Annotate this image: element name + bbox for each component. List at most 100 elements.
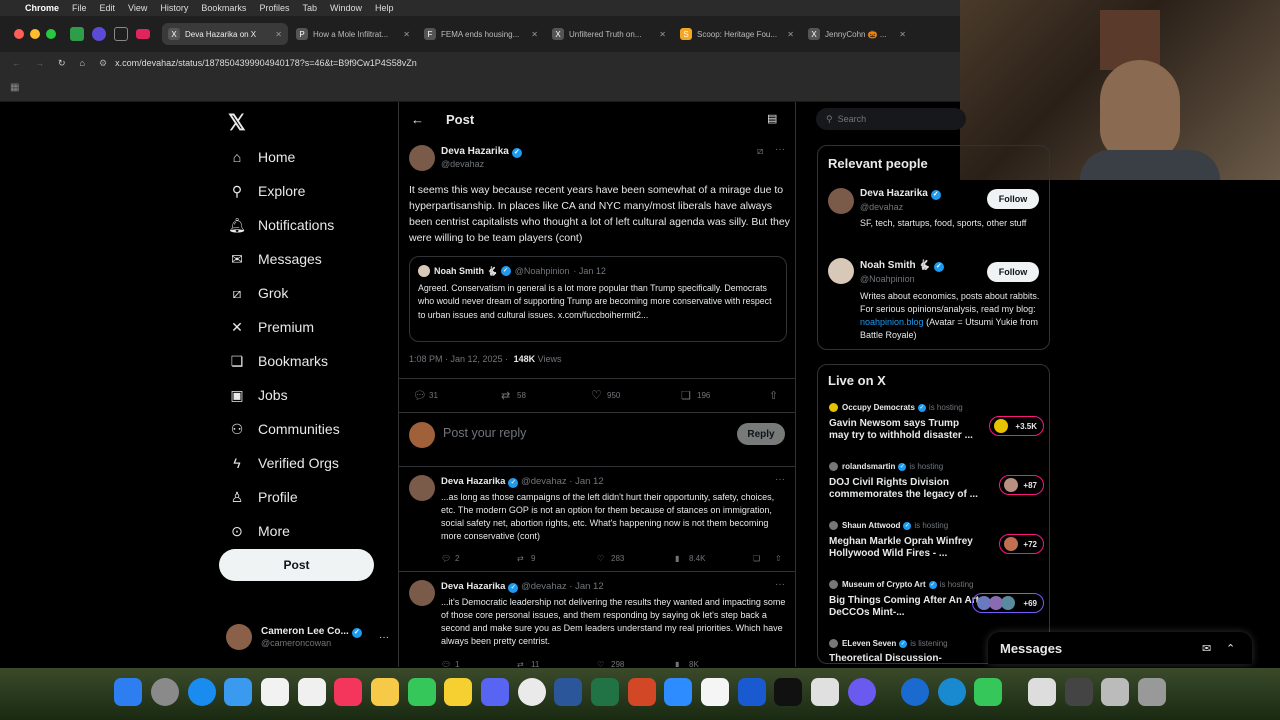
quote-tweet[interactable]: Noah Smith 🐇 ✓ @Noahpinion · Jan 12 Agre… (409, 256, 787, 342)
home-browser-icon[interactable]: ⌂ (80, 58, 85, 68)
follow-button[interactable]: Follow (987, 262, 1039, 282)
chrome-icon[interactable] (518, 678, 546, 706)
menu-item[interactable]: Tab (302, 3, 317, 13)
facetime-icon[interactable] (974, 678, 1002, 706)
more-options-icon[interactable]: ··· (775, 474, 785, 485)
live-space-item[interactable]: Occupy Democrats ✓ is hosting Gavin Newsom… (829, 403, 1044, 451)
url-field[interactable]: x.com/devahaz/status/1878504399904940178… (115, 58, 417, 68)
like-icon[interactable]: ♡ (597, 660, 604, 668)
nav-more[interactable]: ⊙ More (218, 514, 396, 548)
nav-communities[interactable]: ⚇ Communities (218, 412, 396, 446)
menu-item[interactable]: Help (375, 3, 394, 13)
preview-icon[interactable] (938, 678, 966, 706)
more-options-icon[interactable]: ··· (775, 579, 785, 590)
nav-profile[interactable]: ♙ Profile (218, 480, 396, 514)
live-space-item[interactable]: Museum of Crypto Art ✓ is hosting Big Thin… (829, 580, 1044, 628)
reply-icon[interactable]: 💬︎ (413, 389, 427, 402)
excel-icon[interactable] (591, 678, 619, 706)
close-tab-icon[interactable]: ✕ (531, 30, 538, 39)
nav-jobs[interactable]: ▣ Jobs (218, 378, 396, 412)
messages-icon[interactable] (408, 678, 436, 706)
site-info-icon[interactable]: ⚙ (99, 58, 107, 69)
close-tab-icon[interactable]: ✕ (659, 30, 666, 39)
music-icon[interactable] (334, 678, 362, 706)
pen-app-icon[interactable] (811, 678, 839, 706)
menu-item[interactable]: Bookmarks (201, 3, 246, 13)
more-options-icon[interactable]: ··· (775, 144, 785, 155)
menu-item[interactable]: Edit (100, 3, 116, 13)
reply-input[interactable]: Post your reply (443, 426, 526, 440)
tab-group-icon[interactable] (70, 27, 84, 41)
mail-icon[interactable] (224, 678, 252, 706)
live-app-icon[interactable] (738, 678, 766, 706)
menu-item[interactable]: File (72, 3, 87, 13)
nav-explore[interactable]: ⚲ Explore (218, 174, 396, 208)
news-icon[interactable] (298, 678, 326, 706)
avatar[interactable] (409, 145, 435, 171)
document-icon[interactable] (1028, 678, 1056, 706)
calendar-icon[interactable] (261, 678, 289, 706)
folder-stack-icon[interactable] (1065, 678, 1093, 706)
share-icon[interactable]: ⇧ (775, 554, 782, 563)
person-name[interactable]: Deva Hazarika (860, 188, 928, 199)
zoom-window-button[interactable] (46, 29, 56, 39)
nav-verified-orgs[interactable]: ϟ Verified Orgs (218, 446, 396, 480)
menu-app-name[interactable]: Chrome (25, 3, 59, 13)
reader-icon[interactable]: ▤ (767, 112, 777, 125)
browser-tab[interactable]: P How a Mole Infiltrat... ✕ (290, 23, 416, 45)
reply-tweet[interactable]: Deva Hazarika ✓ @devahaz · Jan 12 ··· ...… (399, 467, 795, 571)
discord-icon[interactable] (481, 678, 509, 706)
password-app-icon[interactable] (901, 678, 929, 706)
author-name[interactable]: Deva Hazarika (441, 146, 509, 157)
menu-item[interactable]: History (160, 3, 188, 13)
reply-icon[interactable]: 💬︎ (441, 554, 451, 563)
nav-bookmarks[interactable]: ❏ Bookmarks (218, 344, 396, 378)
browser-tab[interactable]: F FEMA ends housing... ✕ (418, 23, 544, 45)
tes-icon[interactable] (444, 678, 472, 706)
word-icon[interactable] (554, 678, 582, 706)
reload-icon[interactable]: ↻ (58, 58, 66, 69)
safari-icon[interactable] (188, 678, 216, 706)
repost-icon[interactable]: ⇄ (517, 554, 524, 563)
extension-icon[interactable] (92, 27, 106, 41)
latex-icon[interactable] (701, 678, 729, 706)
nav-notifications[interactable]: 🔔︎ Notifications (218, 208, 396, 242)
like-icon[interactable]: ♡ (591, 388, 602, 402)
forward-icon[interactable]: → (35, 58, 44, 68)
back-icon[interactable]: ← (12, 58, 21, 68)
browser-tab[interactable]: X Unfiltered Truth on... ✕ (546, 23, 672, 45)
account-switcher[interactable]: Cameron Lee Co... ✓ @cameroncowan ··· (226, 620, 396, 654)
share-icon[interactable]: ⇧ (769, 389, 778, 402)
menu-item[interactable]: View (128, 3, 147, 13)
views-icon[interactable]: ▮ (675, 554, 679, 563)
youtube-icon[interactable] (136, 29, 150, 39)
new-message-icon[interactable]: ✉ (1202, 642, 1211, 655)
browser-tab[interactable]: S Scoop: Heritage Fou... ✕ (674, 23, 800, 45)
bookmark-icon[interactable]: ❏ (753, 554, 760, 563)
bookmark-icon[interactable]: ❏ (681, 389, 691, 402)
repost-icon[interactable]: ⇄ (501, 389, 510, 402)
x-logo-icon[interactable]: 𝕏 (228, 110, 246, 136)
search-input[interactable]: Search (838, 114, 867, 124)
expand-icon[interactable]: ⌃ (1226, 642, 1235, 655)
repost-icon[interactable]: ⇄ (517, 660, 524, 668)
avatar[interactable] (828, 258, 854, 284)
downloads-icon[interactable] (1101, 678, 1129, 706)
zoom-icon[interactable] (664, 678, 692, 706)
powerpoint-icon[interactable] (628, 678, 656, 706)
views-icon[interactable]: ▮ (675, 660, 679, 668)
close-tab-icon[interactable]: ✕ (787, 30, 794, 39)
post-timestamp[interactable]: 1:08 PM · Jan 12, 2025 · (409, 354, 508, 364)
close-window-button[interactable] (14, 29, 24, 39)
close-tab-icon[interactable]: ✕ (275, 30, 282, 39)
post-button[interactable]: Post (219, 549, 374, 581)
grok-icon[interactable]: ⧄ (757, 146, 763, 157)
reply-tweet[interactable]: Deva Hazarika ✓ @devahaz · Jan 12 ··· ...… (399, 572, 795, 668)
finder-icon[interactable] (114, 678, 142, 706)
follow-button[interactable]: Follow (987, 189, 1039, 209)
menu-item[interactable]: Window (330, 3, 362, 13)
messages-drawer[interactable]: Messages ✉ ⌃ (988, 632, 1252, 664)
avatar[interactable] (828, 188, 854, 214)
menu-item[interactable]: Profiles (259, 3, 289, 13)
close-tab-icon[interactable]: ✕ (403, 30, 410, 39)
